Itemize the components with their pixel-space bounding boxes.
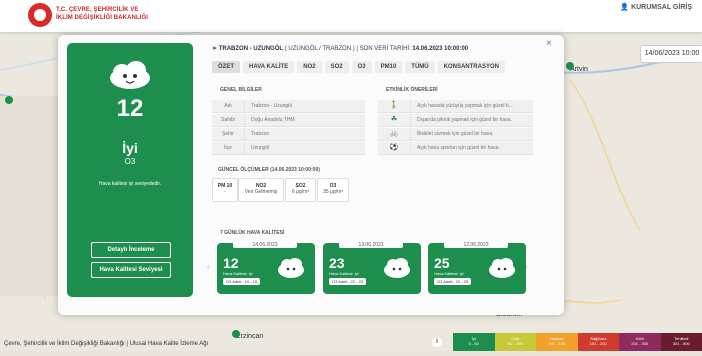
activity-row: ☘Dışarıda piknik yapmak için güzel bir h…	[378, 114, 533, 127]
measurement-so2: SO26 μg/m³	[285, 178, 316, 202]
measurements-title: GÜNCEL ÖLÇÜMLER (14.06.2023 10:00:00)	[218, 167, 320, 173]
tab-konsantrasyon[interactable]: KONSANTRASYON	[438, 61, 505, 73]
info-row: SahibiDoğu Anadolu THM	[212, 114, 365, 127]
tab-ozet[interactable]: ÖZET	[212, 61, 240, 73]
legend-item: Sağlıksız151 - 200	[578, 333, 620, 351]
measurement-pm10: PM 10-	[212, 178, 238, 202]
aqi-index: 12	[67, 95, 193, 123]
general-info-title: GENEL BİLGİLER	[220, 87, 262, 93]
tab-tumu[interactable]: TÜMÜ	[405, 61, 434, 73]
ministry-name: T.C. ÇEVRE, ŞEHİRCİLİK VEİKLİM DEĞİŞİKLİ…	[56, 6, 148, 22]
tab-so2[interactable]: SO2	[325, 61, 349, 73]
info-row: AdıTrabzon - Uzungöl	[212, 100, 365, 113]
legend-item: Orta51 - 100	[495, 333, 537, 351]
login-link[interactable]: 👤 KURUMSAL GİRİŞ	[620, 3, 692, 11]
map-city-label: Erzincan	[236, 333, 263, 340]
legend-item: Kötü201 - 300	[619, 333, 661, 351]
tab-pm10[interactable]: PM10	[375, 61, 403, 73]
station-marker[interactable]	[232, 330, 240, 338]
station-location: ➤ TRABZON - UZUNGÖL ( UZUNGÖL / TRABZON …	[212, 45, 468, 52]
forecast-title: 7 GÜNLÜK HAVA KALİTESİ	[220, 230, 284, 236]
legend-item: Tehlikeli301 - 500	[661, 333, 702, 351]
forecast-day[interactable]: 13.06.2023 23 Hava Kalitesi: İyi O3 Adet…	[323, 243, 421, 294]
date-picker[interactable]: 14/06/2023 10:00	[640, 45, 702, 63]
forecast-day[interactable]: 14.06.2023 12 Hava Kalitesi: İyi O3 Adet…	[217, 243, 315, 294]
ministry-logo-icon[interactable]	[28, 3, 52, 27]
station-marker[interactable]	[5, 96, 13, 104]
footer-text: Çevre, Şehircilik ve İklim Değişikliği B…	[4, 341, 208, 347]
ball-icon: ⚽	[378, 142, 411, 154]
site-header: T.C. ÇEVRE, ŞEHİRCİLİK VEİKLİM DEĞİŞİKLİ…	[0, 0, 702, 32]
aqi-legend: İyi0 - 50 Orta51 - 100 Hassas101 - 150 S…	[453, 333, 702, 351]
detail-button[interactable]: Detaylı İnceleme	[91, 242, 171, 258]
legend-item: Hassas101 - 150	[536, 333, 578, 351]
activity-row: 🚶Açık havada yürüyüş yapmak için güzel b…	[378, 100, 533, 113]
level-button[interactable]: Hava Kalitesi Seviyesi	[91, 262, 171, 278]
activity-row: 🚲Bisiklet sürmek için güzel bir hava.	[378, 128, 533, 141]
activity-row: ⚽Açık hava sporları için güzel bir hava.	[378, 142, 533, 155]
forecast-day[interactable]: 12.06.2023 25 Hava Kalitesi: İyi O3 Adet…	[428, 243, 526, 294]
chevron-left-icon[interactable]: ‹	[207, 264, 209, 271]
station-marker[interactable]	[566, 62, 574, 70]
measurement-no2: NO2Veri Gelmemiş	[238, 178, 284, 202]
cloud-face-icon	[383, 257, 411, 279]
aqi-pollutant: O3	[67, 157, 193, 166]
tab-o3[interactable]: O3	[352, 61, 372, 73]
walking-icon: 🚶	[378, 100, 411, 112]
tab-hava-kalite[interactable]: HAVA KALİTE	[243, 61, 294, 73]
tab-no2[interactable]: NO2	[297, 61, 321, 73]
cloud-face-icon	[277, 257, 305, 279]
aqi-description: Hava kalitesi iyi seviyededir.	[67, 181, 193, 187]
bicycle-icon: 🚲	[378, 128, 411, 140]
info-icon[interactable]: i	[432, 337, 442, 347]
cloud-face-icon	[108, 60, 152, 90]
activities-title: ETKİNLİK ÖNERİLERİ	[386, 87, 438, 93]
info-row: ŞehirTrabzon	[212, 128, 365, 141]
info-row: İlçeUzungöl	[212, 142, 365, 155]
tab-bar: ÖZET HAVA KALİTE NO2 SO2 O3 PM10 TÜMÜ KO…	[212, 61, 505, 73]
close-icon[interactable]: ×	[546, 38, 552, 49]
aqi-quality: İyi	[67, 140, 193, 156]
measurement-o3: O335 μg/m³	[317, 178, 349, 202]
legend-item: İyi0 - 50	[453, 333, 495, 351]
cloud-face-icon	[488, 257, 516, 279]
picnic-icon: ☘	[378, 114, 411, 126]
terrain	[0, 96, 60, 296]
